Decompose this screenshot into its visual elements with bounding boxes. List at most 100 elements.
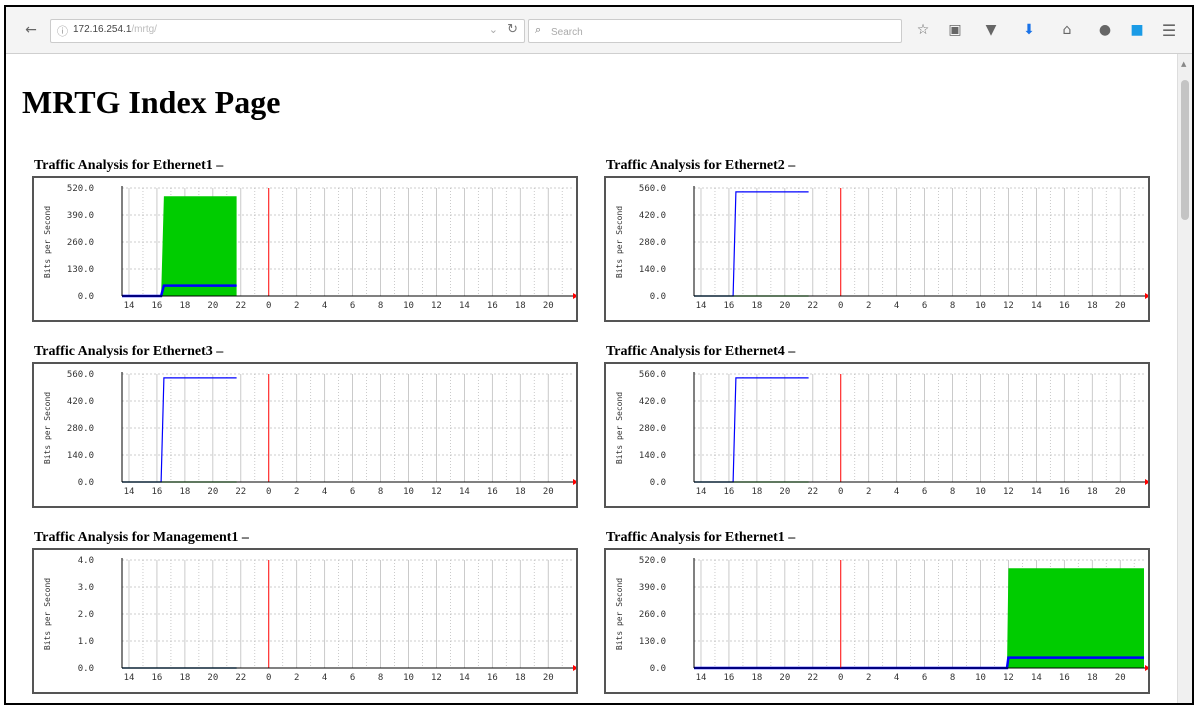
y-tick-label: 390.0 bbox=[67, 211, 94, 221]
x-tick-label: 14 bbox=[1031, 301, 1042, 311]
browser-window: ← ⓘ 172.16.254.1/mrtg/ ⌄ ↻ ⌕ ☆ ▣ ▼ ⬇ ⌂ ●… bbox=[4, 5, 1194, 705]
x-tick-label: 16 bbox=[1059, 301, 1070, 311]
x-tick-label: 4 bbox=[322, 673, 327, 683]
x-axis-arrow-icon bbox=[1145, 479, 1148, 485]
search-bar[interactable]: ⌕ bbox=[528, 19, 902, 43]
x-tick-label: 12 bbox=[431, 301, 442, 311]
panel-title[interactable]: Traffic Analysis for Ethernet2 – bbox=[606, 158, 795, 174]
info-icon[interactable]: ⓘ bbox=[57, 23, 68, 39]
x-tick-label: 8 bbox=[950, 673, 955, 683]
x-tick-label: 16 bbox=[487, 673, 498, 683]
x-tick-label: 2 bbox=[294, 487, 299, 497]
x-axis-arrow-icon bbox=[573, 293, 576, 299]
x-tick-label: 12 bbox=[1003, 487, 1014, 497]
home-icon[interactable]: ⌂ bbox=[1056, 19, 1078, 41]
x-tick-label: 16 bbox=[724, 301, 735, 311]
y-tick-label: 140.0 bbox=[639, 451, 666, 461]
x-tick-label: 16 bbox=[1059, 673, 1070, 683]
x-tick-label: 18 bbox=[751, 487, 762, 497]
y-tick-label: 130.0 bbox=[639, 637, 666, 647]
x-tick-label: 20 bbox=[779, 487, 790, 497]
traffic-graph[interactable]: 560.0 420.0 280.0 140.0 0.0 14 16 18 20 22 0 2 4 6 8 10… bbox=[604, 362, 1150, 508]
chat-icon[interactable]: ● bbox=[1094, 19, 1116, 41]
y-tick-label: 390.0 bbox=[639, 583, 666, 593]
x-tick-label: 6 bbox=[922, 487, 927, 497]
scrollbar-thumb[interactable] bbox=[1181, 80, 1189, 220]
x-tick-label: 18 bbox=[179, 673, 190, 683]
x-tick-label: 18 bbox=[515, 301, 526, 311]
y-tick-label: 4.0 bbox=[78, 556, 94, 566]
traffic-chart-svg: 520.0 390.0 260.0 130.0 0.0 14 16 18 20 22 0 2 4 6 8 10… bbox=[43, 184, 576, 311]
x-tick-label: 10 bbox=[403, 487, 414, 497]
x-tick-label: 16 bbox=[1059, 487, 1070, 497]
y-tick-label: 0.0 bbox=[650, 478, 666, 488]
y-tick-label: 140.0 bbox=[67, 451, 94, 461]
panel-title[interactable]: Traffic Analysis for Ethernet1 – bbox=[34, 158, 223, 174]
menu-icon[interactable]: ☰ bbox=[1158, 19, 1180, 41]
panel-title[interactable]: Traffic Analysis for Ethernet3 – bbox=[34, 344, 223, 360]
traffic-chart-svg: 560.0 420.0 280.0 140.0 0.0 14 16 18 20 22 0 2 4 6 8 10… bbox=[615, 184, 1148, 311]
search-input[interactable] bbox=[549, 22, 893, 42]
url-path: /mrtg/ bbox=[131, 24, 157, 35]
x-tick-label: 18 bbox=[751, 301, 762, 311]
vertical-scrollbar[interactable]: ▲ bbox=[1177, 54, 1192, 703]
download-icon[interactable]: ⬇ bbox=[1018, 19, 1040, 41]
panel-title[interactable]: Traffic Analysis for Ethernet1 – bbox=[606, 530, 795, 546]
y-axis-label: Bits per Second bbox=[615, 206, 624, 278]
y-tick-label: 420.0 bbox=[67, 397, 94, 407]
url-bar[interactable]: ⓘ 172.16.254.1/mrtg/ ⌄ ↻ bbox=[50, 19, 525, 43]
y-tick-label: 280.0 bbox=[67, 424, 94, 434]
x-tick-label: 14 bbox=[459, 673, 470, 683]
x-tick-label: 18 bbox=[1087, 301, 1098, 311]
x-tick-label: 14 bbox=[696, 487, 707, 497]
x-axis-arrow-icon bbox=[573, 665, 576, 671]
x-tick-label: 16 bbox=[152, 301, 163, 311]
traffic-chart-svg: 4.0 3.0 2.0 1.0 0.0 14 16 18 20 22 0 2 4 6 8 10 12 14 16 18… bbox=[43, 556, 576, 683]
x-tick-label: 22 bbox=[235, 301, 246, 311]
x-tick-label: 18 bbox=[751, 673, 762, 683]
x-tick-label: 14 bbox=[124, 487, 135, 497]
x-tick-label: 18 bbox=[179, 487, 190, 497]
dropdown-icon[interactable]: ⌄ bbox=[489, 23, 498, 36]
x-tick-label: 22 bbox=[807, 487, 818, 497]
pocket-icon[interactable]: ▼ bbox=[980, 19, 1002, 41]
x-tick-label: 18 bbox=[515, 673, 526, 683]
x-tick-label: 16 bbox=[487, 487, 498, 497]
x-tick-label: 20 bbox=[543, 673, 554, 683]
x-tick-label: 10 bbox=[975, 487, 986, 497]
traffic-graph[interactable]: 520.0 390.0 260.0 130.0 0.0 14 16 18 20 22 0 2 4 6 8 10… bbox=[604, 548, 1150, 694]
x-tick-label: 14 bbox=[696, 301, 707, 311]
x-tick-label: 14 bbox=[1031, 673, 1042, 683]
bookmark-star-icon[interactable]: ☆ bbox=[912, 19, 934, 41]
x-tick-label: 8 bbox=[378, 487, 383, 497]
x-axis-arrow-icon bbox=[1145, 665, 1148, 671]
x-tick-label: 4 bbox=[894, 301, 899, 311]
x-tick-label: 16 bbox=[487, 301, 498, 311]
scroll-up-icon[interactable]: ▲ bbox=[1181, 60, 1186, 68]
x-tick-label: 0 bbox=[838, 487, 843, 497]
reload-icon[interactable]: ↻ bbox=[507, 22, 518, 37]
x-tick-label: 22 bbox=[235, 673, 246, 683]
x-tick-label: 22 bbox=[807, 301, 818, 311]
x-tick-label: 18 bbox=[1087, 673, 1098, 683]
traffic-graph[interactable]: 4.0 3.0 2.0 1.0 0.0 14 16 18 20 22 0 2 4 6 8 10 12 14 16 18… bbox=[32, 548, 578, 694]
traffic-chart-svg: 560.0 420.0 280.0 140.0 0.0 14 16 18 20 22 0 2 4 6 8 10… bbox=[615, 370, 1148, 497]
x-tick-label: 0 bbox=[266, 673, 271, 683]
x-tick-label: 20 bbox=[1115, 673, 1126, 683]
panel-title[interactable]: Traffic Analysis for Ethernet4 – bbox=[606, 344, 795, 360]
x-axis-arrow-icon bbox=[1145, 293, 1148, 299]
traffic-chart-svg: 560.0 420.0 280.0 140.0 0.0 14 16 18 20 22 0 2 4 6 8 10… bbox=[43, 370, 576, 497]
x-tick-label: 12 bbox=[431, 673, 442, 683]
traffic-graph[interactable]: 560.0 420.0 280.0 140.0 0.0 14 16 18 20 22 0 2 4 6 8 10… bbox=[604, 176, 1150, 322]
back-icon[interactable]: ← bbox=[20, 19, 42, 41]
traffic-graph[interactable]: 560.0 420.0 280.0 140.0 0.0 14 16 18 20 22 0 2 4 6 8 10… bbox=[32, 362, 578, 508]
panel-title[interactable]: Traffic Analysis for Management1 – bbox=[34, 530, 249, 546]
reading-list-icon[interactable]: ▣ bbox=[944, 19, 966, 41]
x-tick-label: 12 bbox=[1003, 673, 1014, 683]
extension-icon[interactable]: ■ bbox=[1126, 19, 1148, 41]
traffic-chart-svg: 520.0 390.0 260.0 130.0 0.0 14 16 18 20 22 0 2 4 6 8 10… bbox=[615, 556, 1148, 683]
traffic-graph[interactable]: 520.0 390.0 260.0 130.0 0.0 14 16 18 20 22 0 2 4 6 8 10… bbox=[32, 176, 578, 322]
x-tick-label: 16 bbox=[152, 673, 163, 683]
x-tick-label: 22 bbox=[807, 673, 818, 683]
y-axis-label: Bits per Second bbox=[43, 578, 52, 650]
